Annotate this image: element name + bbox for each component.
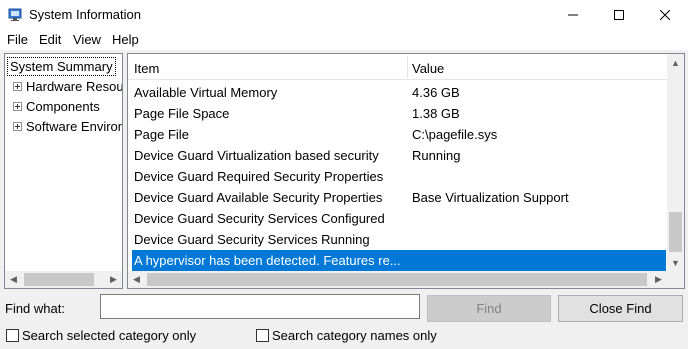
column-header-value[interactable]: Value: [412, 61, 444, 76]
maximize-button[interactable]: [596, 0, 642, 30]
list-header: Item Value: [128, 54, 668, 80]
list-cell-item: Device Guard Virtualization based securi…: [134, 148, 379, 163]
scroll-left-icon[interactable]: ◀: [5, 271, 22, 288]
window-title: System Information: [29, 7, 141, 22]
scrollbar-corner: [667, 271, 684, 288]
list-cell-value: 1.38 GB: [412, 106, 460, 121]
list-cell-value: Base Virtualization Support: [412, 190, 569, 205]
list-cell-item: Device Guard Available Security Properti…: [134, 190, 383, 205]
expand-plus-icon[interactable]: [13, 82, 22, 91]
list-cell-value: C:\pagefile.sys: [412, 127, 498, 142]
list-row[interactable]: Device Guard Security Services Running: [132, 229, 666, 250]
maximize-icon: [614, 10, 624, 20]
list-row[interactable]: Page File Space 1.38 GB: [132, 103, 666, 124]
column-separator[interactable]: [407, 56, 408, 78]
tree-item-label: Hardware Resources: [26, 79, 123, 94]
minimize-icon: [568, 14, 578, 16]
tree-item-hardware-resources[interactable]: Hardware Resources: [13, 77, 123, 96]
list-cell-item: Device Guard Security Services Running: [134, 232, 370, 247]
list-row[interactable]: Device Guard Security Services Configure…: [132, 208, 666, 229]
list-cell-item: Device Guard Required Security Propertie…: [134, 169, 384, 184]
search-selected-category-label: Search selected category only: [22, 327, 197, 343]
menu-file[interactable]: File: [7, 32, 28, 47]
menu-view[interactable]: View: [73, 32, 101, 47]
tree-item-system-summary[interactable]: System Summary: [7, 57, 116, 76]
menu-help[interactable]: Help: [112, 32, 139, 47]
list-row[interactable]: A hypervisor has been detected. Features…: [132, 250, 666, 271]
expand-plus-icon[interactable]: [13, 122, 22, 131]
tree-item-label: System Summary: [10, 59, 113, 74]
system-information-icon: [8, 8, 22, 21]
close-icon: [660, 10, 670, 20]
menu-edit[interactable]: Edit: [39, 32, 61, 47]
tree-horizontal-scrollbar[interactable]: ◀ ▶: [5, 271, 122, 288]
search-selected-category-option[interactable]: Search selected category only: [6, 327, 196, 343]
search-category-names-option[interactable]: Search category names only: [256, 327, 437, 343]
scrollbar-thumb[interactable]: [24, 273, 94, 286]
close-button[interactable]: [642, 0, 688, 30]
minimize-button[interactable]: [550, 0, 596, 30]
find-what-label: Find what:: [5, 301, 65, 316]
list-cell-item: Available Virtual Memory: [134, 85, 278, 100]
list-cell-item: Device Guard Security Services Configure…: [134, 211, 385, 226]
title-bar: System Information: [0, 0, 688, 30]
find-button[interactable]: Find: [427, 295, 551, 322]
expand-plus-icon[interactable]: [13, 102, 22, 111]
find-what-text: Find what:: [5, 301, 65, 316]
column-header-item[interactable]: Item: [134, 61, 159, 76]
tree-item-label: Components: [26, 99, 100, 114]
search-category-names-checkbox[interactable]: [256, 328, 269, 342]
list-horizontal-scrollbar[interactable]: ◀ ▶: [128, 271, 667, 288]
tree-item-software-environment[interactable]: Software Environment: [13, 117, 122, 136]
category-tree[interactable]: System Summary Hardware Resources Compon…: [4, 53, 123, 289]
close-find-button[interactable]: Close Find: [558, 295, 683, 322]
menu-bar: File Edit View Help: [0, 30, 688, 50]
list-row[interactable]: Device Guard Required Security Propertie…: [132, 166, 666, 187]
list-cell-item: A hypervisor has been detected. Features…: [134, 253, 401, 268]
list-vertical-scrollbar[interactable]: ▲ ▼: [667, 54, 684, 271]
list-row[interactable]: Available Virtual Memory 4.36 GB: [132, 82, 666, 103]
scroll-right-icon[interactable]: ▶: [105, 271, 122, 288]
tree-item-components[interactable]: Components: [13, 97, 100, 116]
list-row[interactable]: Page File C:\pagefile.sys: [132, 124, 666, 145]
scroll-right-icon[interactable]: ▶: [650, 271, 667, 288]
tree-item-label: Software Environment: [26, 119, 122, 134]
list-cell-value: Running: [412, 148, 461, 163]
list-cell-value: 4.36 GB: [412, 85, 460, 100]
search-selected-category-checkbox[interactable]: [6, 328, 19, 342]
details-list[interactable]: Item Value Available Virtual Memory 4.36 …: [127, 53, 685, 289]
list-row[interactable]: Device Guard Available Security Properti…: [132, 187, 666, 208]
scrollbar-thumb[interactable]: [147, 273, 647, 286]
scroll-left-icon[interactable]: ◀: [128, 271, 145, 288]
scrollbar-thumb[interactable]: [669, 212, 682, 252]
scroll-down-icon[interactable]: ▼: [667, 254, 684, 271]
list-cell-item: Page File Space: [134, 106, 230, 121]
list-row[interactable]: Device Guard Virtualization based securi…: [132, 145, 666, 166]
list-cell-item: Page File: [134, 127, 189, 142]
scroll-up-icon[interactable]: ▲: [667, 54, 684, 71]
find-what-input[interactable]: [100, 294, 420, 319]
search-category-names-label: Search category names only: [272, 327, 437, 343]
